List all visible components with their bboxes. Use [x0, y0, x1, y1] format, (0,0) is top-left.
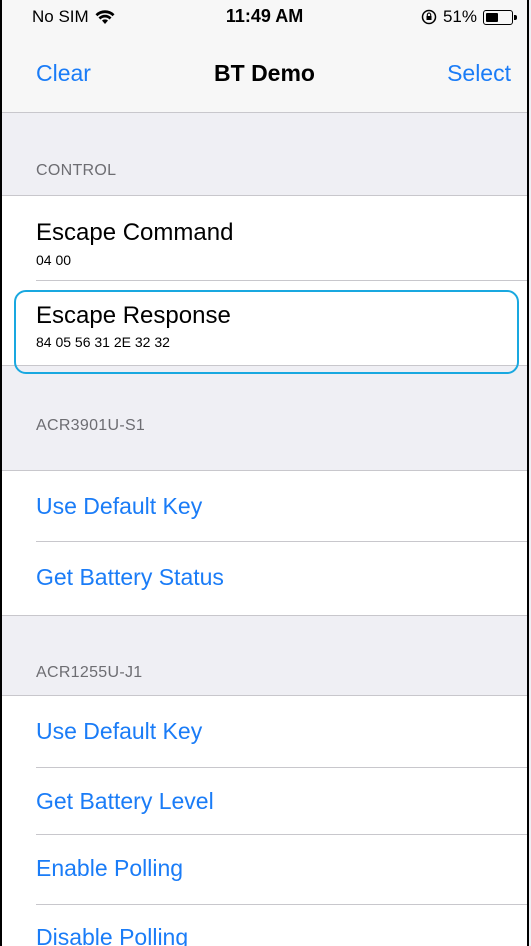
- acr1255-enable-polling-row[interactable]: Enable Polling: [2, 835, 527, 905]
- status-bar: No SIM 11:49 AM 51%: [2, 0, 527, 36]
- escape-response-value: 84 05 56 31 2E 32 32: [36, 334, 170, 350]
- escape-command-value: 04 00: [36, 252, 72, 268]
- orientation-lock-icon: [421, 9, 437, 25]
- section-header-acr1255: ACR1255U-J1: [36, 664, 143, 681]
- section-header-control: CONTROL: [36, 162, 117, 179]
- acr1255-enable-polling-label: Enable Polling: [36, 855, 184, 881]
- acr1255-group: Use Default Key Get Battery Level Enable…: [2, 695, 527, 946]
- acr3901-use-default-key-label: Use Default Key: [36, 493, 203, 519]
- acr3901-group: Use Default Key Get Battery Status: [2, 470, 527, 616]
- acr3901-use-default-key-row[interactable]: Use Default Key: [2, 471, 527, 542]
- navigation-bar: Clear BT Demo Select: [2, 36, 527, 113]
- escape-response-row[interactable]: Escape Response 84 05 56 31 2E 32 32: [2, 281, 527, 365]
- battery-icon: [483, 9, 517, 25]
- escape-command-title: Escape Command: [36, 219, 234, 246]
- acr1255-disable-polling-row[interactable]: Disable Polling: [2, 905, 527, 946]
- status-right: 51%: [421, 7, 517, 27]
- select-button[interactable]: Select: [447, 60, 511, 87]
- battery-fill: [486, 12, 498, 22]
- acr1255-disable-polling-label: Disable Polling: [36, 924, 189, 946]
- acr1255-use-default-key-row[interactable]: Use Default Key: [2, 696, 527, 768]
- acr1255-get-battery-level-label: Get Battery Level: [36, 788, 214, 814]
- acr3901-get-battery-status-label: Get Battery Status: [36, 564, 224, 590]
- acr3901-get-battery-status-row[interactable]: Get Battery Status: [2, 542, 527, 615]
- app-screen: No SIM 11:49 AM 51% Clear BT Demo Select: [0, 0, 529, 946]
- acr1255-use-default-key-label: Use Default Key: [36, 718, 203, 744]
- section-header-acr3901: ACR3901U-S1: [36, 417, 146, 434]
- control-group: Escape Command 04 00 Escape Response 84 …: [2, 195, 527, 366]
- escape-response-title: Escape Response: [36, 302, 231, 329]
- battery-percent: 51%: [442, 7, 477, 26]
- acr1255-get-battery-level-row[interactable]: Get Battery Level: [2, 768, 527, 835]
- escape-command-row[interactable]: Escape Command 04 00: [2, 196, 527, 281]
